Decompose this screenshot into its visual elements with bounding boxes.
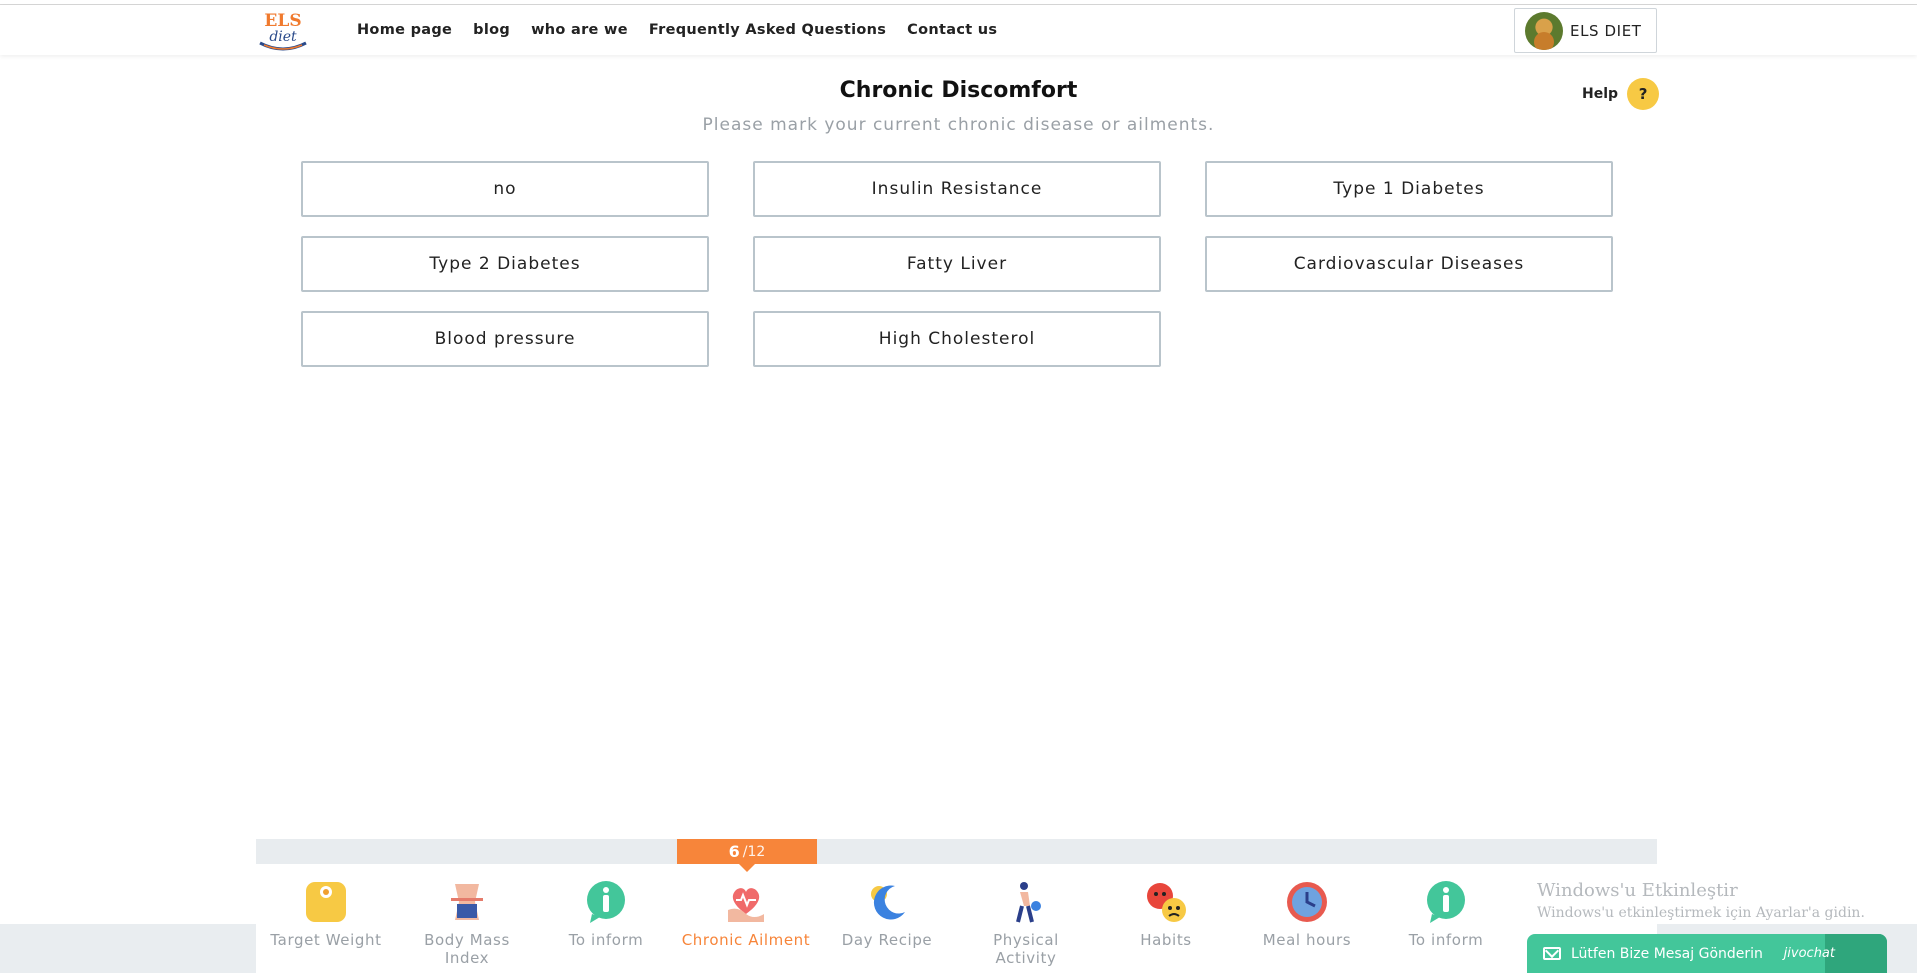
nav-blog[interactable]: blog <box>473 22 510 38</box>
step-habits[interactable]: Habits <box>1101 880 1231 949</box>
chat-widget-button[interactable]: Lütfen Bize Mesaj Gönderin jivochat <box>1527 934 1887 973</box>
option-high-cholesterol[interactable]: High Cholesterol <box>753 311 1161 367</box>
svg-text:diet: diet <box>269 29 297 45</box>
clock-icon <box>1285 880 1329 924</box>
option-no[interactable]: no <box>301 161 709 217</box>
step-meal-hours[interactable]: Meal hours <box>1242 880 1372 949</box>
option-type-1-diabetes[interactable]: Type 1 Diabetes <box>1205 161 1613 217</box>
mail-icon <box>1543 947 1561 960</box>
help-button[interactable]: Help ? <box>1582 78 1660 110</box>
windows-activation-notice: Windows'u Etkinleştir Windows'u etkinleş… <box>1537 880 1865 921</box>
help-question-icon: ? <box>1627 78 1660 110</box>
page-subtitle: Please mark your current chronic disease… <box>702 115 1215 135</box>
runner-icon <box>1004 880 1048 924</box>
nav-home[interactable]: Home page <box>357 22 452 38</box>
steps-track <box>256 839 1657 864</box>
step-chronic-ailment[interactable]: Chronic Ailment <box>681 880 811 949</box>
moon-sun-icon <box>865 880 909 924</box>
step-label: Physical Activity <box>993 931 1059 967</box>
step-label: Target Weight <box>270 931 382 949</box>
header: ELS diet Home page blog who are we Frequ… <box>0 5 1917 55</box>
step-body-mass-index[interactable]: Body Mass Index <box>402 880 532 967</box>
step-label: Day Recipe <box>841 931 933 949</box>
svg-text:ELS: ELS <box>264 11 301 31</box>
logo-icon: ELS diet <box>259 11 307 51</box>
step-label: To inform <box>568 931 644 949</box>
step-physical-activity[interactable]: Physical Activity <box>961 880 1091 967</box>
chat-label: Lütfen Bize Mesaj Gönderin <box>1571 945 1763 962</box>
step-to-inform-2[interactable]: To inform <box>1381 880 1511 949</box>
help-label: Help <box>1582 86 1619 102</box>
body-icon <box>445 880 489 924</box>
progress-current: 6 <box>728 842 740 861</box>
step-target-weight[interactable]: Target Weight <box>261 880 391 949</box>
step-label: Meal hours <box>1262 931 1352 949</box>
nav-about[interactable]: who are we <box>531 22 628 38</box>
progress-total: /12 <box>742 843 766 860</box>
user-name: ELS DIET <box>1570 21 1642 40</box>
nav-faq[interactable]: Frequently Asked Questions <box>649 22 886 38</box>
option-insulin-resistance[interactable]: Insulin Resistance <box>753 161 1161 217</box>
info-icon <box>1424 880 1468 924</box>
windows-notice-title: Windows'u Etkinleştir <box>1537 880 1738 901</box>
step-label: To inform <box>1408 931 1484 949</box>
progress-indicator: 6 /12 <box>677 839 817 872</box>
nav-contact[interactable]: Contact us <box>907 22 997 38</box>
faces-icon <box>1144 880 1188 924</box>
scale-icon <box>304 880 348 924</box>
option-fatty-liver[interactable]: Fatty Liver <box>753 236 1161 292</box>
option-cardiovascular-diseases[interactable]: Cardiovascular Diseases <box>1205 236 1613 292</box>
windows-notice-text: Windows'u etkinleştirmek için Ayarlar'a … <box>1537 905 1865 921</box>
step-to-inform-1[interactable]: To inform <box>541 880 671 949</box>
logo[interactable]: ELS diet <box>256 9 310 53</box>
user-menu-button[interactable]: ELS DIET <box>1514 8 1657 53</box>
step-label: Body Mass Index <box>424 931 510 967</box>
option-blood-pressure[interactable]: Blood pressure <box>301 311 709 367</box>
avatar <box>1525 11 1563 50</box>
chat-brand: jivochat <box>1783 946 1835 961</box>
option-type-2-diabetes[interactable]: Type 2 Diabetes <box>301 236 709 292</box>
step-label: Habits <box>1140 931 1192 949</box>
info-icon <box>584 880 628 924</box>
main-nav: Home page blog who are we Frequently Ask… <box>357 5 1018 55</box>
heart-hand-icon <box>724 880 768 924</box>
step-day-recipe[interactable]: Day Recipe <box>822 880 952 949</box>
step-label: Chronic Ailment <box>681 931 811 949</box>
